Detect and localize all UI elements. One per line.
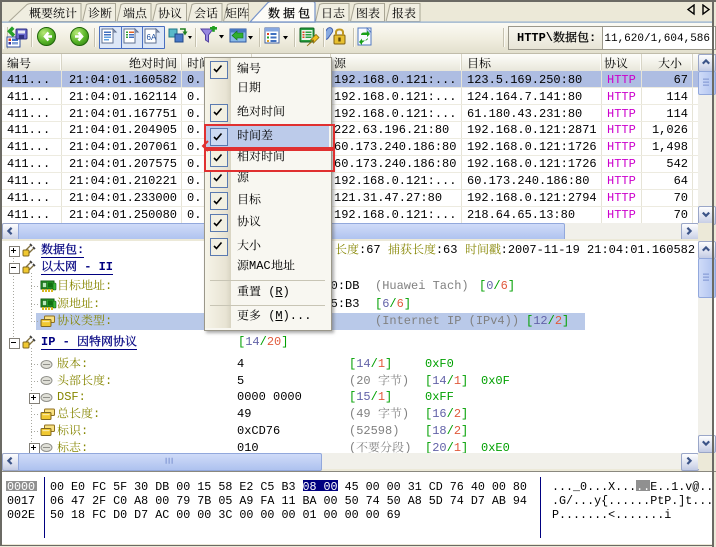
svg-text:6A: 6A xyxy=(147,33,157,42)
